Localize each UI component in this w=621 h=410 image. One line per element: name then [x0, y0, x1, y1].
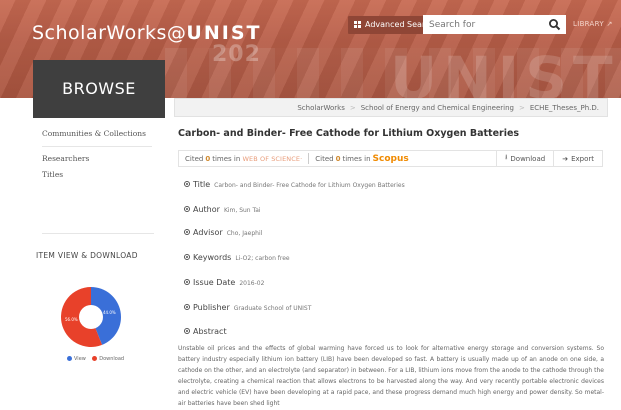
field-value: Graduate School of UNIST [233, 305, 312, 312]
logo-uni: UNIST [186, 22, 262, 44]
download-label: Download [510, 154, 546, 163]
pie-label-download: 56.0% [65, 317, 78, 322]
cited-label: Cited [315, 154, 334, 163]
abstract-text: Unstable oil prices and the effects of g… [178, 345, 604, 407]
field-publisher: Publisher Graduate School of UNIST [184, 303, 311, 312]
item-view-heading: ITEM VIEW & DOWNLOAD [36, 251, 138, 260]
cited-label: Cited [185, 154, 204, 163]
search-icon[interactable] [546, 16, 564, 34]
divider [42, 233, 154, 234]
breadcrumb-separator: > [519, 103, 525, 112]
bullet-icon [184, 254, 190, 260]
field-label: Publisher [193, 303, 230, 312]
search-input[interactable] [423, 15, 566, 34]
field-value: Li-O2; carbon free [235, 255, 290, 262]
sidebar-item-researchers[interactable]: Researchers [42, 154, 152, 163]
page-title: Carbon- and Binder- Free Cathode for Lit… [178, 128, 520, 139]
download-button[interactable]: ⭳ Download [495, 151, 553, 166]
times-in-label: times in [212, 154, 241, 163]
citation-bar: Cited 0 times in WEB OF SCIENCE· Cited 0… [178, 150, 603, 167]
site-logo[interactable]: ScholarWorks@UNIST [32, 22, 261, 44]
download-icon: ⭳ [504, 153, 508, 161]
export-button[interactable]: ➔ Export [553, 151, 602, 166]
sidebar-nav: Communities & Collections Researchers Ti… [42, 129, 152, 187]
browse-heading: BROWSE [33, 60, 165, 118]
export-icon: ➔ [562, 154, 569, 163]
wos-count: 0 [205, 154, 211, 163]
bullet-icon [184, 181, 190, 187]
banner-building-text: UNIST [390, 44, 619, 98]
pie-legend: View Download [67, 356, 124, 362]
sidebar-item-communities[interactable]: Communities & Collections [42, 129, 152, 138]
field-value: Kim, Sun Tai [223, 207, 261, 214]
logo-prefix: ScholarWorks@ [32, 22, 187, 44]
breadcrumb-separator: > [349, 103, 356, 112]
field-label: Title [193, 180, 211, 189]
field-advisor: Advisor Cho, Jaephil [184, 228, 262, 237]
legend-download-label: Download [99, 356, 125, 362]
field-value: Carbon- and Binder- Free Cathode for Lit… [214, 182, 405, 189]
field-keywords: Keywords Li-O2; carbon free [184, 253, 290, 262]
field-label: Abstract [193, 327, 227, 336]
bullet-icon [184, 328, 190, 334]
external-link-icon: ↗ [606, 20, 613, 28]
bullet-icon [184, 304, 190, 310]
divider [42, 145, 152, 147]
legend-download-dot [92, 356, 98, 361]
bullet-icon [184, 206, 190, 212]
field-label: Author [193, 205, 220, 214]
legend-view-label: View [74, 356, 86, 362]
pie-hole [79, 305, 103, 329]
library-link[interactable]: LIBRARY ↗ [573, 20, 613, 28]
breadcrumb-item[interactable]: School of Energy and Chemical Engineerin… [357, 104, 518, 112]
scopus-citation[interactable]: Cited 0 times in Scopus [309, 151, 415, 166]
scopus-logo: Scopus [372, 153, 409, 164]
field-abstract: Abstract [184, 327, 227, 336]
field-label: Issue Date [193, 278, 236, 287]
bullet-icon [184, 229, 190, 235]
sidebar-item-titles[interactable]: Titles [42, 170, 152, 179]
citation-actions: ⭳ Download ➔ Export [495, 151, 602, 166]
library-label: LIBRARY [573, 20, 604, 28]
view-download-pie-chart: 44.0% 56.0% [61, 287, 122, 347]
pie-label-view: 44.0% [103, 310, 116, 315]
banner-building-number: 202 [212, 42, 261, 67]
legend-view-dot [67, 356, 72, 361]
breadcrumb-item[interactable]: ScholarWorks [293, 104, 349, 112]
bullet-icon [184, 279, 190, 285]
export-label: Export [571, 154, 594, 163]
breadcrumb: ScholarWorks > School of Energy and Chem… [174, 98, 608, 117]
breadcrumb-item[interactable]: ECHE_Theses_Ph.D. [526, 104, 603, 112]
wos-citation[interactable]: Cited 0 times in WEB OF SCIENCE· [179, 151, 308, 166]
field-issue-date: Issue Date 2016-02 [184, 278, 264, 287]
grid-icon [354, 21, 361, 28]
field-title: Title Carbon- and Binder- Free Cathode fo… [184, 180, 405, 189]
field-value: 2016-02 [239, 280, 265, 287]
times-in-label: times in [342, 154, 371, 163]
scopus-count: 0 [335, 154, 341, 163]
wos-logo: WEB OF SCIENCE· [242, 154, 303, 163]
field-author: Author Kim, Sun Tai [184, 205, 261, 214]
field-label: Advisor [193, 228, 223, 237]
field-value: Cho, Jaephil [226, 230, 263, 237]
field-label: Keywords [193, 253, 232, 262]
